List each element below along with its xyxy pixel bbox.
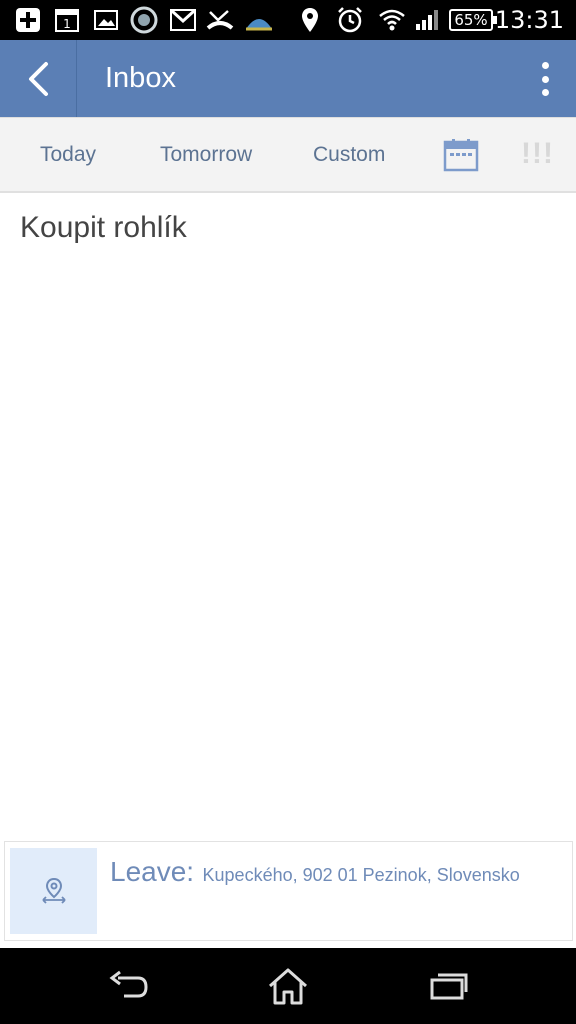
app-bar: Inbox [0,40,576,117]
battery-percent: 65% [454,11,488,29]
calendar-day: 1 [63,17,71,31]
signal-icon [414,6,440,34]
nav-recents-icon [430,973,468,1000]
missed-call-icon [206,6,234,34]
image-icon [94,6,118,34]
tomorrow-button[interactable]: Tomorrow [160,118,252,192]
overflow-menu-icon-dot [541,75,549,83]
weather-icon [244,6,274,34]
page-title: Inbox [105,62,176,94]
overflow-menu-button[interactable] [534,62,556,96]
battery-icon: 65% [449,9,497,31]
system-nav-bar [0,948,576,1024]
camera-app-icon [128,6,160,34]
location-reminder-text: Leave: Kupeckého, 902 01 Pezinok, Sloven… [110,856,520,888]
overflow-menu-icon-dot [541,89,549,96]
back-button[interactable] [0,40,77,117]
due-date-toolbar: Today Tomorrow Custom !!! [0,117,576,193]
gmail-icon [170,6,196,34]
location-icon [300,6,320,34]
today-button[interactable]: Today [40,118,96,192]
status-bar: 1 65% 13:31 [0,0,576,40]
location-reminder-address: Kupeckého, 902 01 Pezinok, Slovensko [202,865,520,885]
overflow-menu-icon-dot [541,62,549,69]
back-arrow-icon [29,61,48,96]
nav-home-button[interactable] [258,962,318,1010]
task-title[interactable]: Koupit rohlík [20,208,187,248]
custom-button[interactable]: Custom [313,118,385,192]
location-reminder-card[interactable]: Leave: Kupeckého, 902 01 Pezinok, Sloven… [4,841,573,941]
calendar-icon: 1 [54,6,80,34]
location-leave-icon [41,877,66,904]
calendar-picker-icon [443,139,479,172]
nav-back-icon [109,970,148,998]
wifi-icon [378,6,406,34]
nav-recents-button[interactable] [418,962,478,1010]
priority-button[interactable]: !!! [521,134,554,174]
calendar-button[interactable] [443,138,479,172]
add-box-icon [14,6,42,34]
location-reminder-icon-box [10,848,97,934]
alarm-icon [336,6,364,34]
nav-back-button[interactable] [98,962,158,1010]
nav-home-icon [269,968,307,1005]
status-time: 13:31 [494,6,564,34]
location-reminder-label: Leave: [110,856,195,887]
